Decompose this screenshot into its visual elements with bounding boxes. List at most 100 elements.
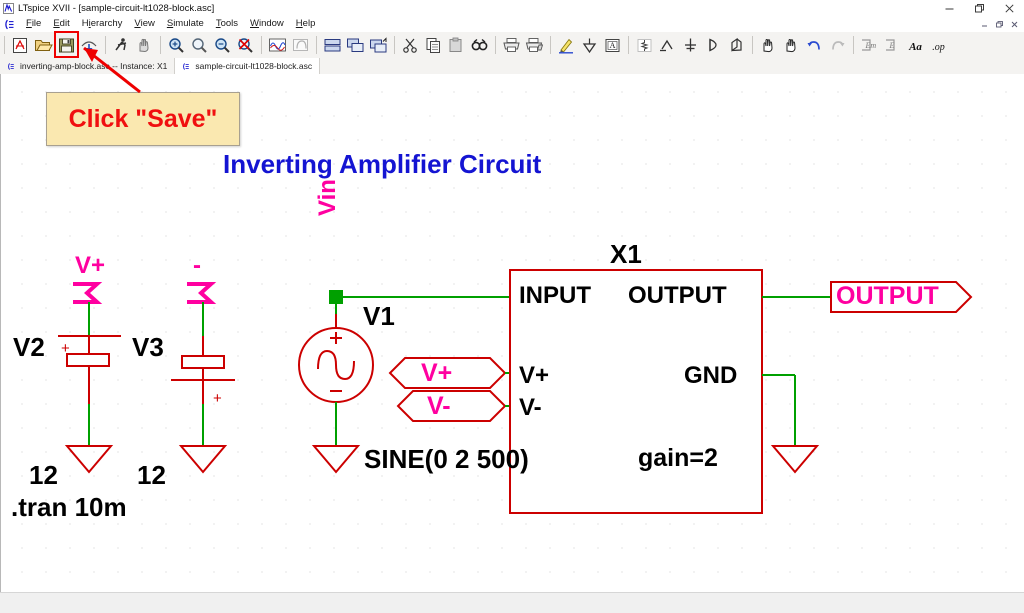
minimize-icon[interactable]	[934, 0, 964, 16]
battery-polarity-v2: +	[61, 340, 70, 357]
rotate-icon[interactable]: E	[882, 34, 903, 56]
cut-icon[interactable]	[400, 34, 421, 56]
tab-inverting-amp-block[interactable]: inverting-amp-block.asc -- Instance: X1	[0, 58, 176, 74]
component-value-v3: 12	[137, 460, 166, 490]
autorange-icon[interactable]	[322, 34, 343, 56]
print-setup-icon[interactable]	[524, 34, 545, 56]
toolbar-separator	[105, 36, 106, 54]
toolbar-separator	[853, 36, 854, 54]
mdi-restore-icon[interactable]	[992, 17, 1007, 31]
window-controls	[934, 0, 1024, 16]
title-bar: LTspice XVII - [sample-circuit-lt1028-bl…	[0, 0, 1024, 17]
mdi-minimize-icon[interactable]	[977, 17, 992, 31]
zoom-full-extents-icon[interactable]	[235, 34, 256, 56]
svg-text:Aa: Aa	[908, 41, 922, 53]
menu-hierarchy[interactable]: Hierarchy	[76, 16, 129, 32]
port-label-output: OUTPUT	[836, 282, 939, 310]
restore-icon[interactable]	[964, 0, 994, 16]
diode-icon[interactable]	[703, 34, 724, 56]
new-schematic-icon[interactable]	[10, 34, 31, 56]
spice-error-log-icon[interactable]	[290, 34, 311, 56]
menu-window[interactable]: Window	[244, 16, 290, 32]
close-icon[interactable]	[994, 0, 1024, 16]
component-ref-v2: V2	[13, 332, 45, 362]
draw-wire-icon[interactable]	[556, 34, 577, 56]
svg-text:Em: Em	[865, 41, 877, 50]
move-icon[interactable]	[758, 34, 779, 56]
zoom-out-icon[interactable]	[212, 34, 233, 56]
resistor-icon[interactable]	[634, 34, 655, 56]
block-pin-input: INPUT	[519, 282, 591, 309]
schematic-canvas[interactable]: Inverting Amplifier Circuit V+ - Vin V2 …	[0, 74, 1024, 592]
block-ref-x1: X1	[610, 239, 642, 269]
toolbar-separator	[316, 36, 317, 54]
menu-edit[interactable]: Edit	[47, 16, 75, 32]
print-preview-icon[interactable]	[79, 34, 100, 56]
spice-directive-icon[interactable]: .op	[928, 34, 949, 56]
ltspice-window: LTspice XVII - [sample-circuit-lt1028-bl…	[0, 0, 1024, 613]
status-bar	[0, 592, 1024, 613]
flag-label-vin: Vin	[314, 179, 341, 216]
menu-tools[interactable]: Tools	[210, 16, 244, 32]
redo-icon[interactable]	[827, 34, 848, 56]
paste-icon[interactable]	[446, 34, 467, 56]
toolbar-separator	[160, 36, 161, 54]
menu-help[interactable]: Help	[290, 16, 322, 32]
tile-horizontally-icon[interactable]	[345, 34, 366, 56]
block-pin-vplus: V+	[519, 362, 550, 389]
schematic-tab-icon	[7, 62, 16, 71]
menu-view[interactable]: View	[128, 16, 160, 32]
svg-text:.op: .op	[932, 42, 945, 53]
toolbar-separator	[550, 36, 551, 54]
callout-text: Click "Save"	[68, 104, 218, 133]
menu-simulate[interactable]: Simulate	[161, 16, 210, 32]
main-toolbar: A Em E Aa .op	[0, 31, 1024, 59]
instruction-callout: Click "Save"	[46, 92, 240, 146]
toolbar-separator	[261, 36, 262, 54]
block-pin-output: OUTPUT	[628, 282, 727, 309]
save-button-highlight	[54, 31, 79, 58]
halt-simulation-icon[interactable]	[134, 34, 155, 56]
block-pin-gnd: GND	[684, 362, 738, 389]
block-param-gain: gain=2	[638, 444, 718, 472]
schematic-title-text: Inverting Amplifier Circuit	[223, 149, 542, 179]
tab-sample-circuit-lt1028-block[interactable]: sample-circuit-lt1028-block.asc	[175, 58, 321, 74]
component-icon[interactable]	[726, 34, 747, 56]
label-net-icon[interactable]: A	[602, 34, 623, 56]
ground-icon[interactable]	[579, 34, 600, 56]
tab-label: sample-circuit-lt1028-block.asc	[195, 61, 313, 71]
mirror-icon[interactable]: Em	[859, 34, 880, 56]
battery-polarity-v3: +	[213, 390, 222, 407]
svg-text:A: A	[610, 41, 616, 50]
toolbar-separator	[628, 36, 629, 54]
document-tab-bar: inverting-amp-block.asc -- Instance: X1 …	[0, 58, 1024, 75]
menu-file[interactable]: File	[20, 16, 47, 32]
component-value-v1: SINE(0 2 500)	[364, 444, 529, 474]
inductor-icon[interactable]	[680, 34, 701, 56]
zoom-back-icon[interactable]	[189, 34, 210, 56]
capacitor-icon[interactable]	[657, 34, 678, 56]
open-file-icon[interactable]	[33, 34, 54, 56]
run-simulation-icon[interactable]	[111, 34, 132, 56]
waveform-view-icon[interactable]	[267, 34, 288, 56]
undo-icon[interactable]	[804, 34, 825, 56]
block-pin-vminus: V-	[519, 394, 542, 421]
flag-label-vminus: -	[193, 252, 201, 279]
port-label-vplus: V+	[421, 359, 453, 387]
mdi-controls	[977, 17, 1022, 31]
tile-vertically-icon[interactable]	[368, 34, 389, 56]
ltspice-logo-icon	[3, 2, 14, 14]
text-icon[interactable]: Aa	[905, 34, 926, 56]
copy-icon[interactable]	[423, 34, 444, 56]
zoom-area-icon[interactable]	[166, 34, 187, 56]
drag-icon[interactable]	[781, 34, 802, 56]
tab-label: inverting-amp-block.asc -- Instance: X1	[20, 61, 168, 71]
mdi-close-icon[interactable]	[1007, 17, 1022, 31]
toolbar-separator	[4, 36, 5, 54]
find-icon[interactable]	[469, 34, 490, 56]
spice-directive-tran: .tran 10m	[11, 492, 127, 522]
save-file-icon[interactable]	[54, 31, 79, 58]
flag-label-vplus: V+	[75, 252, 106, 279]
print-icon[interactable]	[501, 34, 522, 56]
component-ref-v3: V3	[132, 332, 164, 362]
